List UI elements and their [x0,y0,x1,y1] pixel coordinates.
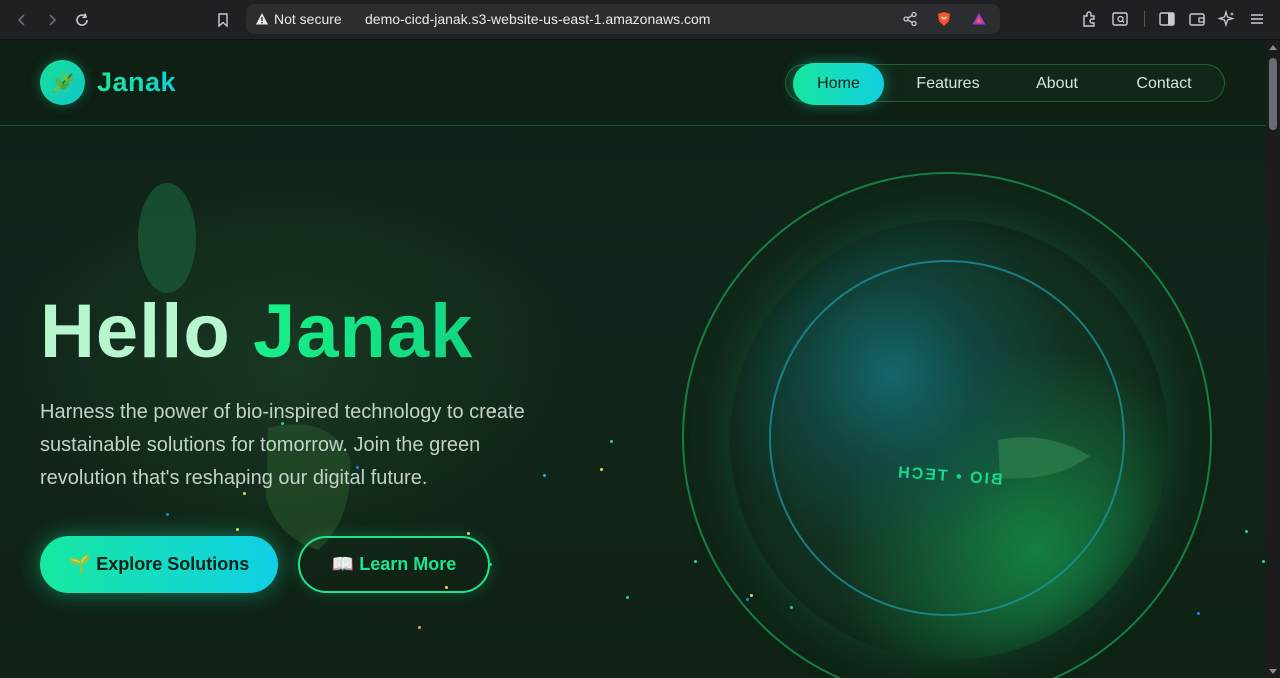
sparkle-dot [418,626,421,629]
leo-ai-icon[interactable] [1218,10,1236,28]
sparkle-dot [166,513,169,516]
sparkle-dot [610,440,613,443]
bio-tech-orb: BIO • TECH [680,172,1214,678]
sparkle-dot [236,528,239,531]
explore-solutions-button[interactable]: 🌱 Explore Solutions [40,536,278,593]
site-header: Janak Home Features About Contact [0,40,1266,126]
web-page: Janak Home Features About Contact Hello … [0,40,1266,678]
share-icon[interactable] [902,11,918,27]
extensions-icon[interactable] [1081,10,1099,28]
hero-title-word-1: Hello [40,289,231,374]
nav-contact[interactable]: Contact [1116,63,1212,105]
nav-features[interactable]: Features [900,63,996,105]
sparkle-dot [467,532,470,535]
reload-icon[interactable] [70,8,94,32]
wallet-icon[interactable] [1188,10,1206,28]
logo[interactable] [40,60,85,105]
scrollbar-thumb[interactable] [1269,58,1277,130]
learn-more-button[interactable]: 📖 Learn More [298,536,490,593]
forward-icon[interactable] [40,8,64,32]
sparkle-dot [626,596,629,599]
hero-title-word-2: Janak [252,289,474,374]
scroll-up-icon[interactable] [1269,45,1277,50]
brave-shield-icon[interactable] [936,11,952,27]
browser-toolbar: Not secure demo-cicd-janak.s3-website-us… [0,0,1280,40]
brand-name[interactable]: Janak [97,67,176,98]
nav-home[interactable]: Home [793,63,884,105]
bookmark-icon[interactable] [211,8,235,32]
scroll-down-icon[interactable] [1269,669,1277,674]
reader-mode-icon[interactable] [1111,10,1129,28]
orb-leaf-decoration [998,437,1090,479]
toolbar-separator [1144,11,1145,27]
sparkle-dot [1262,560,1265,563]
rewards-icon[interactable] [971,11,987,27]
leaf-branch-icon [52,72,74,93]
sparkle-dot [600,468,603,471]
address-bar[interactable]: Not secure demo-cicd-janak.s3-website-us… [246,4,1000,34]
back-icon[interactable] [10,8,34,32]
main-nav: Home Features About Contact [785,63,1225,105]
security-label[interactable]: Not secure [274,11,342,27]
hero-description: Harness the power of bio-inspired techno… [40,401,525,489]
sparkle-dot [1245,530,1248,533]
menu-icon[interactable] [1248,10,1266,28]
floating-leaf-decoration [138,183,196,293]
warning-icon [256,13,268,25]
nav-about[interactable]: About [1014,63,1100,105]
hero-title: Hello Janak [40,288,473,375]
page-scrollbar[interactable] [1266,40,1280,678]
sidebar-icon[interactable] [1158,10,1176,28]
url-text[interactable]: demo-cicd-janak.s3-website-us-east-1.ama… [365,11,710,27]
